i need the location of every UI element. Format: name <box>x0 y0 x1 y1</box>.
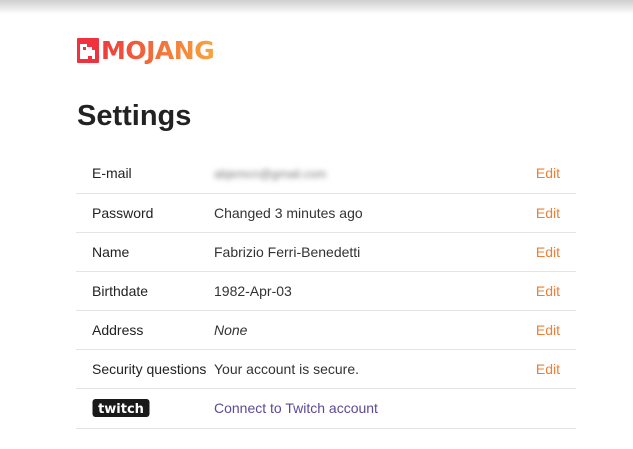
edit-address-link[interactable]: Edit <box>536 322 560 338</box>
row-label: Security questions <box>92 360 207 377</box>
twitch-connect-cell: Connect to Twitch account <box>213 388 499 428</box>
row-value: abjemcn@gmail.com <box>213 154 499 193</box>
security-value: Your account is secure. <box>214 360 360 377</box>
mojang-logo-icon <box>77 37 99 63</box>
birthdate-value: 1982-Apr-03 <box>214 282 292 299</box>
row-label: Address <box>92 321 144 338</box>
settings-row-email: E-mail abjemcn@gmail.com Edit <box>76 154 576 193</box>
row-label: Name <box>92 243 130 260</box>
settings-row-password: Password Changed 3 minutes ago Edit <box>76 193 576 232</box>
email-value: abjemcn@gmail.com <box>214 167 327 182</box>
browser-top-shadow <box>0 0 633 14</box>
mojang-logo-text: MOJANG <box>101 36 214 64</box>
settings-row-twitch: twitch Connect to Twitch account <box>76 388 576 428</box>
password-value: Changed 3 minutes ago <box>214 204 363 221</box>
twitch-action-cell <box>499 388 576 428</box>
edit-email-link[interactable]: Edit <box>536 165 560 181</box>
mojang-logo-wordmark: MOJANG <box>101 36 215 64</box>
twitch-logo-icon: twitch <box>92 399 150 417</box>
settings-row-address: Address None Edit <box>76 310 576 349</box>
name-value: Fabrizio Ferri-Benedetti <box>214 243 361 260</box>
edit-name-link[interactable]: Edit <box>536 244 560 260</box>
edit-password-link[interactable]: Edit <box>536 205 560 221</box>
settings-table: E-mail abjemcn@gmail.com Edit Password C… <box>76 154 576 429</box>
connect-twitch-link[interactable]: Connect to Twitch account <box>214 400 378 416</box>
row-label: Password <box>92 204 154 221</box>
twitch-logo-text: twitch <box>98 402 144 417</box>
settings-row-name: Name Fabrizio Ferri-Benedetti Edit <box>76 232 576 271</box>
row-label: E-mail <box>92 165 132 182</box>
edit-birthdate-link[interactable]: Edit <box>536 283 560 299</box>
settings-row-birthdate: Birthdate 1982-Apr-03 Edit <box>76 271 576 310</box>
row-label: Birthdate <box>92 282 149 299</box>
address-value: None <box>214 321 248 338</box>
mojang-logo[interactable]: MOJANG <box>77 36 241 64</box>
settings-row-security-questions: Security questions Your account is secur… <box>76 349 576 388</box>
twitch-logo-cell: twitch <box>76 388 213 428</box>
page-title: Settings <box>77 100 192 132</box>
edit-security-questions-link[interactable]: Edit <box>536 361 560 377</box>
